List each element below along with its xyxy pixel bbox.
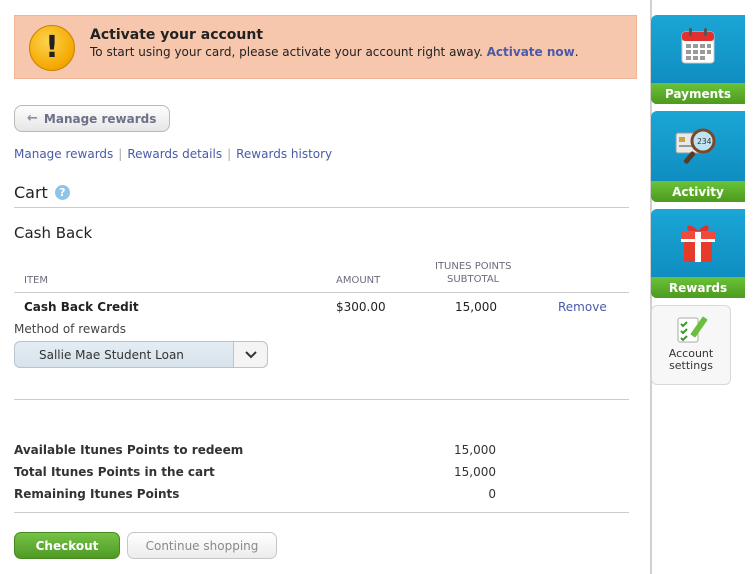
sidebar-item-account-settings[interactable]: Account settings (651, 305, 731, 385)
remaining-points-label: Remaining Itunes Points (14, 487, 180, 501)
total-points-label: Total Itunes Points in the cart (14, 465, 215, 479)
checklist-pencil-icon (676, 314, 710, 348)
sidebar-item-label: Activity (651, 181, 745, 202)
link-rewards-history[interactable]: Rewards history (236, 147, 332, 161)
calendar-icon (680, 27, 716, 69)
manage-rewards-button-label: Manage rewards (43, 111, 157, 126)
help-icon[interactable]: ? (54, 185, 70, 200)
link-rewards-details[interactable]: Rewards details (127, 147, 222, 161)
rewards-links: Manage rewards | Rewards details | Rewards h… (14, 147, 332, 161)
cart-item-points: 15,000 (455, 300, 497, 314)
column-header-points-line2: SUBTOTAL (447, 274, 500, 285)
cart-item-amount: $300.00 (336, 300, 386, 314)
divider (14, 512, 629, 513)
activate-now-link[interactable]: Activate now (487, 45, 575, 59)
checkout-button[interactable]: Checkout (14, 532, 120, 559)
cart-title: Cart (14, 183, 48, 202)
alert-message: To start using your card, please activat… (90, 45, 483, 59)
column-header-item: ITEM (24, 275, 49, 286)
link-separator: | (118, 147, 123, 161)
warning-icon: ! (29, 25, 75, 71)
alert-text: To start using your card, please activat… (90, 45, 579, 59)
available-points-value: 15,000 (454, 443, 496, 457)
account-settings-line2: settings (669, 359, 713, 372)
sidebar-item-payments[interactable]: Payments (651, 15, 745, 104)
column-header-amount: AMOUNT (336, 275, 381, 286)
alert-title: Activate your account (90, 27, 264, 43)
available-points-label: Available Itunes Points to redeem (14, 443, 244, 457)
method-of-rewards-select[interactable]: Sallie Mae Student Loan (14, 341, 268, 368)
manage-rewards-button[interactable]: ← Manage rewards (14, 105, 170, 132)
sidebar-item-rewards[interactable]: Rewards (651, 209, 745, 298)
total-points-value: 15,000 (454, 465, 496, 479)
cart-heading: Cart ? (14, 183, 70, 202)
remaining-points-value: 0 (488, 487, 496, 501)
arrow-left-icon: ← (27, 111, 38, 126)
method-of-rewards-value: Sallie Mae Student Loan (39, 347, 184, 362)
link-separator: | (227, 147, 232, 161)
column-header-points: ITUNES POINTS SUBTOTAL (435, 261, 525, 285)
divider (14, 399, 629, 400)
magnifier-card-icon: 234 (675, 125, 721, 171)
sidebar-item-activity[interactable]: 234 Activity (651, 111, 745, 202)
sidebar-item-label: Rewards (651, 277, 745, 298)
alert-link-suffix: . (574, 45, 579, 59)
link-manage-rewards[interactable]: Manage rewards (14, 147, 113, 161)
section-title: Cash Back (14, 224, 93, 242)
gift-icon (678, 222, 718, 268)
sidebar-item-label: Payments (651, 83, 745, 104)
calendar-number-text: 234 (697, 137, 712, 146)
continue-shopping-button[interactable]: Continue shopping (127, 532, 277, 559)
cart-item-name: Cash Back Credit (24, 300, 139, 314)
method-of-rewards-label: Method of rewards (14, 322, 127, 336)
remove-link[interactable]: Remove (558, 300, 607, 314)
chevron-down-icon (233, 342, 267, 367)
divider (14, 292, 629, 293)
activation-alert: ! Activate your account To start using y… (14, 15, 637, 79)
column-header-points-line1: ITUNES POINTS (435, 261, 512, 272)
divider (14, 207, 629, 208)
account-settings-label: Account settings (652, 348, 730, 372)
